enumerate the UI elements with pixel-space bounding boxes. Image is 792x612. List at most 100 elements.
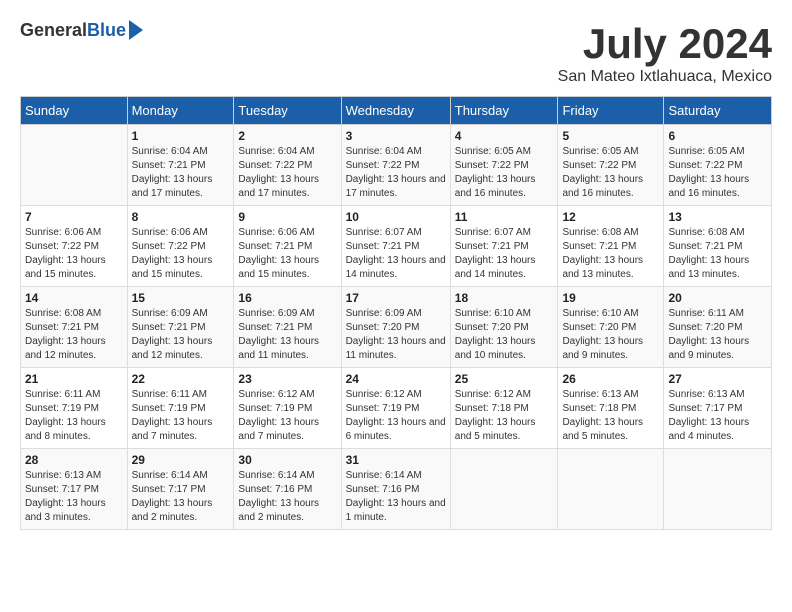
day-number: 16: [238, 291, 336, 305]
location-text: San Mateo Ixtlahuaca, Mexico: [558, 68, 772, 86]
day-number: 27: [668, 372, 767, 386]
logo-arrow-icon: [129, 20, 143, 40]
week-row-0: 1 Sunrise: 6:04 AMSunset: 7:21 PMDaylight…: [21, 125, 772, 206]
logo-general-text: General: [20, 20, 87, 41]
calendar-cell: 24Sunrise: 6:12 AMSunset: 7:19 PMDayligh…: [341, 368, 450, 449]
day-info: Sunrise: 6:13 AMSunset: 7:17 PMDaylight:…: [668, 388, 767, 444]
day-number: 7: [25, 210, 123, 224]
calendar-cell: 8 Sunrise: 6:06 AMSunset: 7:22 PMDaylight…: [127, 206, 234, 287]
calendar-cell: 20Sunrise: 6:11 AMSunset: 7:20 PMDayligh…: [664, 287, 772, 368]
calendar-cell: 13Sunrise: 6:08 AMSunset: 7:21 PMDayligh…: [664, 206, 772, 287]
day-info: Sunrise: 6:06 AMSunset: 7:21 PMDaylight:…: [238, 226, 336, 282]
calendar-cell: [558, 449, 664, 530]
day-info: Sunrise: 6:12 AMSunset: 7:19 PMDaylight:…: [346, 388, 446, 444]
day-number: 3: [346, 129, 446, 143]
week-row-1: 7 Sunrise: 6:06 AMSunset: 7:22 PMDaylight…: [21, 206, 772, 287]
day-info: Sunrise: 6:14 AMSunset: 7:16 PMDaylight:…: [238, 469, 336, 525]
calendar-cell: 15Sunrise: 6:09 AMSunset: 7:21 PMDayligh…: [127, 287, 234, 368]
calendar-cell: 31 Sunrise: 6:14 AMSunset: 7:16 PMDayligh…: [341, 449, 450, 530]
header-day-tuesday: Tuesday: [234, 97, 341, 125]
day-info: Sunrise: 6:09 AMSunset: 7:20 PMDaylight:…: [346, 307, 446, 363]
day-info: Sunrise: 6:10 AMSunset: 7:20 PMDaylight:…: [562, 307, 659, 363]
calendar-cell: 5 Sunrise: 6:05 AMSunset: 7:22 PMDaylight…: [558, 125, 664, 206]
calendar-body: 1 Sunrise: 6:04 AMSunset: 7:21 PMDaylight…: [21, 125, 772, 530]
day-info: Sunrise: 6:07 AMSunset: 7:21 PMDaylight:…: [346, 226, 446, 282]
day-info: Sunrise: 6:05 AMSunset: 7:22 PMDaylight:…: [668, 145, 767, 201]
day-number: 26: [562, 372, 659, 386]
day-info: Sunrise: 6:08 AMSunset: 7:21 PMDaylight:…: [25, 307, 123, 363]
calendar-cell: [21, 125, 128, 206]
day-number: 25: [455, 372, 554, 386]
day-number: 1: [132, 129, 230, 143]
day-info: Sunrise: 6:10 AMSunset: 7:20 PMDaylight:…: [455, 307, 554, 363]
calendar-cell: [450, 449, 558, 530]
day-number: 29: [132, 453, 230, 467]
calendar-cell: 22 Sunrise: 6:11 AMSunset: 7:19 PMDayligh…: [127, 368, 234, 449]
day-info: Sunrise: 6:05 AMSunset: 7:22 PMDaylight:…: [455, 145, 554, 201]
day-number: 14: [25, 291, 123, 305]
day-number: 31: [346, 453, 446, 467]
day-info: Sunrise: 6:14 AMSunset: 7:16 PMDaylight:…: [346, 469, 446, 525]
calendar-cell: 2 Sunrise: 6:04 AMSunset: 7:22 PMDaylight…: [234, 125, 341, 206]
day-number: 6: [668, 129, 767, 143]
day-number: 9: [238, 210, 336, 224]
calendar-cell: 3 Sunrise: 6:04 AMSunset: 7:22 PMDaylight…: [341, 125, 450, 206]
week-row-2: 14 Sunrise: 6:08 AMSunset: 7:21 PMDayligh…: [21, 287, 772, 368]
day-number: 5: [562, 129, 659, 143]
day-number: 22: [132, 372, 230, 386]
day-number: 8: [132, 210, 230, 224]
calendar-table: SundayMondayTuesdayWednesdayThursdayFrid…: [20, 96, 772, 530]
day-info: Sunrise: 6:04 AMSunset: 7:21 PMDaylight:…: [132, 145, 230, 201]
calendar-cell: 25 Sunrise: 6:12 AMSunset: 7:18 PMDayligh…: [450, 368, 558, 449]
day-number: 28: [25, 453, 123, 467]
logo: General Blue: [20, 20, 143, 41]
calendar-cell: 1 Sunrise: 6:04 AMSunset: 7:21 PMDaylight…: [127, 125, 234, 206]
day-number: 11: [455, 210, 554, 224]
calendar-cell: 10 Sunrise: 6:07 AMSunset: 7:21 PMDayligh…: [341, 206, 450, 287]
logo-blue-text: Blue: [87, 20, 126, 41]
day-number: 12: [562, 210, 659, 224]
day-number: 4: [455, 129, 554, 143]
calendar-cell: 29 Sunrise: 6:14 AMSunset: 7:17 PMDayligh…: [127, 449, 234, 530]
month-title: July 2024: [558, 20, 772, 68]
day-number: 15: [132, 291, 230, 305]
calendar-cell: 11 Sunrise: 6:07 AMSunset: 7:21 PMDayligh…: [450, 206, 558, 287]
day-info: Sunrise: 6:06 AMSunset: 7:22 PMDaylight:…: [132, 226, 230, 282]
day-number: 30: [238, 453, 336, 467]
calendar-cell: 4 Sunrise: 6:05 AMSunset: 7:22 PMDaylight…: [450, 125, 558, 206]
day-info: Sunrise: 6:12 AMSunset: 7:18 PMDaylight:…: [455, 388, 554, 444]
day-info: Sunrise: 6:12 AMSunset: 7:19 PMDaylight:…: [238, 388, 336, 444]
calendar-cell: 9 Sunrise: 6:06 AMSunset: 7:21 PMDaylight…: [234, 206, 341, 287]
header-row: SundayMondayTuesdayWednesdayThursdayFrid…: [21, 97, 772, 125]
calendar-cell: 7 Sunrise: 6:06 AMSunset: 7:22 PMDaylight…: [21, 206, 128, 287]
week-row-3: 21Sunrise: 6:11 AMSunset: 7:19 PMDayligh…: [21, 368, 772, 449]
day-info: Sunrise: 6:13 AMSunset: 7:18 PMDaylight:…: [562, 388, 659, 444]
day-info: Sunrise: 6:06 AMSunset: 7:22 PMDaylight:…: [25, 226, 123, 282]
header-day-monday: Monday: [127, 97, 234, 125]
day-info: Sunrise: 6:08 AMSunset: 7:21 PMDaylight:…: [562, 226, 659, 282]
day-number: 2: [238, 129, 336, 143]
calendar-cell: [664, 449, 772, 530]
day-info: Sunrise: 6:04 AMSunset: 7:22 PMDaylight:…: [346, 145, 446, 201]
day-info: Sunrise: 6:11 AMSunset: 7:19 PMDaylight:…: [132, 388, 230, 444]
day-info: Sunrise: 6:09 AMSunset: 7:21 PMDaylight:…: [238, 307, 336, 363]
day-info: Sunrise: 6:11 AMSunset: 7:19 PMDaylight:…: [25, 388, 123, 444]
calendar-cell: 26 Sunrise: 6:13 AMSunset: 7:18 PMDayligh…: [558, 368, 664, 449]
day-info: Sunrise: 6:13 AMSunset: 7:17 PMDaylight:…: [25, 469, 123, 525]
calendar-cell: 14 Sunrise: 6:08 AMSunset: 7:21 PMDayligh…: [21, 287, 128, 368]
header-day-thursday: Thursday: [450, 97, 558, 125]
calendar-cell: 16 Sunrise: 6:09 AMSunset: 7:21 PMDayligh…: [234, 287, 341, 368]
day-number: 10: [346, 210, 446, 224]
calendar-cell: 21Sunrise: 6:11 AMSunset: 7:19 PMDayligh…: [21, 368, 128, 449]
day-info: Sunrise: 6:07 AMSunset: 7:21 PMDaylight:…: [455, 226, 554, 282]
day-info: Sunrise: 6:14 AMSunset: 7:17 PMDaylight:…: [132, 469, 230, 525]
day-info: Sunrise: 6:04 AMSunset: 7:22 PMDaylight:…: [238, 145, 336, 201]
week-row-4: 28 Sunrise: 6:13 AMSunset: 7:17 PMDayligh…: [21, 449, 772, 530]
day-number: 19: [562, 291, 659, 305]
calendar-cell: 23Sunrise: 6:12 AMSunset: 7:19 PMDayligh…: [234, 368, 341, 449]
header-day-wednesday: Wednesday: [341, 97, 450, 125]
header-day-saturday: Saturday: [664, 97, 772, 125]
day-info: Sunrise: 6:05 AMSunset: 7:22 PMDaylight:…: [562, 145, 659, 201]
calendar-header: SundayMondayTuesdayWednesdayThursdayFrid…: [21, 97, 772, 125]
calendar-cell: 28 Sunrise: 6:13 AMSunset: 7:17 PMDayligh…: [21, 449, 128, 530]
